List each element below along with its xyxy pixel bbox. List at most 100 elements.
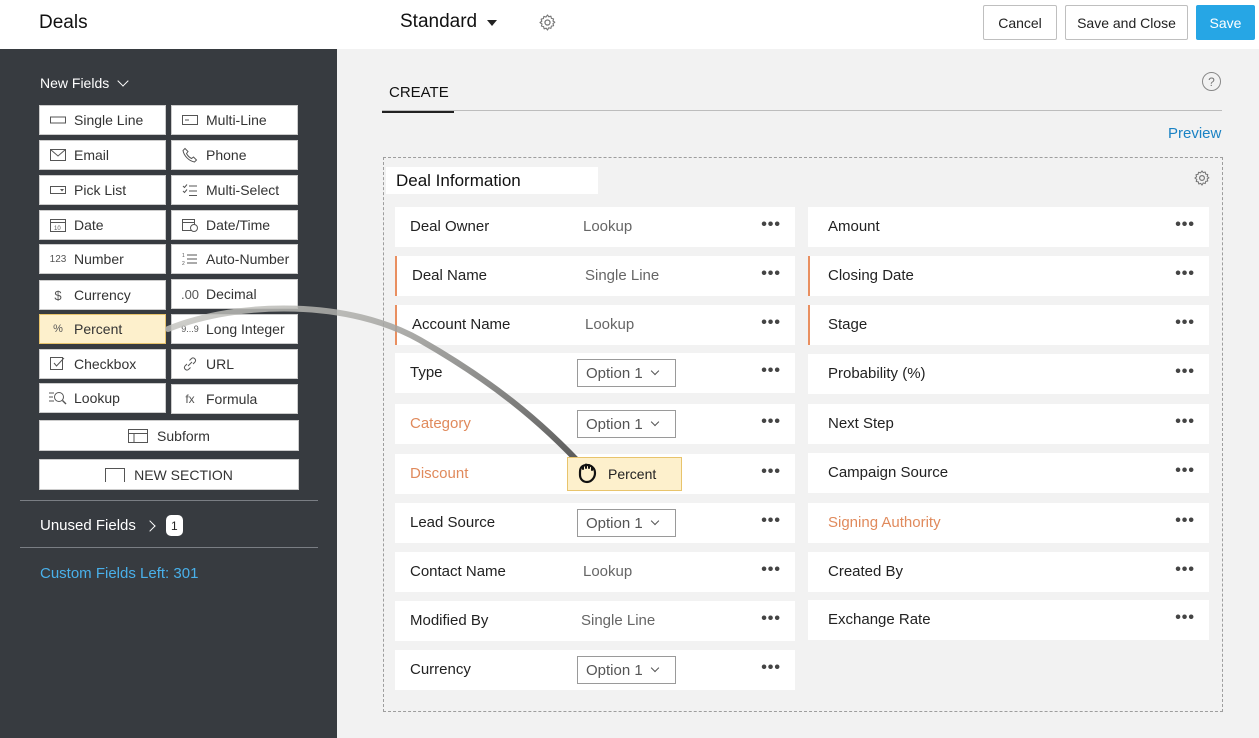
chevron-right-icon — [144, 519, 156, 532]
subform-tile[interactable]: Subform — [39, 420, 299, 451]
new-fields-title: New Fields — [40, 75, 110, 91]
more-options-icon[interactable]: ••• — [1175, 314, 1195, 332]
field-row-contact-name[interactable]: Contact Name Lookup ••• — [395, 552, 795, 592]
decimal-icon: .00 — [180, 286, 200, 302]
cancel-button[interactable]: Cancel — [983, 5, 1057, 40]
currency-select[interactable]: Option 1 — [577, 656, 676, 684]
field-row-deal-name[interactable]: Deal Name Single Line ••• — [395, 256, 795, 296]
field-row-created-by[interactable]: Created By ••• — [808, 552, 1209, 592]
more-options-icon[interactable]: ••• — [761, 610, 781, 628]
section-title[interactable]: Deal Information — [386, 167, 598, 194]
lead-source-select[interactable]: Option 1 — [577, 509, 676, 537]
field-tile-single-line[interactable]: Single Line — [39, 105, 166, 135]
more-options-icon[interactable]: ••• — [761, 216, 781, 234]
phone-icon — [181, 147, 199, 163]
unused-fields-label: Unused Fields — [40, 517, 136, 534]
more-options-icon[interactable]: ••• — [761, 265, 781, 283]
gear-icon[interactable] — [538, 13, 557, 32]
help-icon[interactable]: ? — [1202, 72, 1221, 91]
chevron-down-icon — [650, 366, 659, 376]
unused-count-badge: 1 — [165, 515, 183, 536]
sidebar-divider — [20, 500, 318, 501]
field-tile-decimal[interactable]: .00 Decimal — [171, 279, 298, 309]
field-row-category[interactable]: Category Option 1 ••• — [395, 404, 795, 444]
chevron-down-icon — [650, 516, 659, 526]
save-and-close-button[interactable]: Save and Close — [1065, 5, 1188, 40]
more-options-icon[interactable]: ••• — [761, 512, 781, 530]
checkbox-icon — [49, 357, 67, 371]
field-tile-percent[interactable]: % Percent — [39, 314, 166, 344]
field-row-type[interactable]: Type Option 1 ••• — [395, 353, 795, 393]
single-line-icon — [49, 113, 67, 127]
field-tile-currency[interactable]: $ Currency — [39, 280, 166, 310]
caret-down-icon — [487, 20, 498, 26]
svg-text:1: 1 — [182, 253, 185, 259]
field-row-account-name[interactable]: Account Name Lookup ••• — [395, 305, 795, 345]
field-row-amount[interactable]: Amount ••• — [808, 207, 1209, 247]
type-select[interactable]: Option 1 — [577, 359, 676, 387]
url-icon — [181, 357, 199, 371]
field-tile-pick-list[interactable]: Pick List — [39, 175, 166, 205]
layout-dropdown[interactable]: Standard — [400, 11, 498, 33]
more-options-icon[interactable]: ••• — [1175, 216, 1195, 234]
date-time-icon — [181, 218, 199, 232]
custom-fields-left: Custom Fields Left: 301 — [40, 565, 199, 582]
field-row-campaign-source[interactable]: Campaign Source ••• — [808, 453, 1209, 493]
field-row-probability[interactable]: Probability (%) ••• — [808, 354, 1209, 394]
field-tile-url[interactable]: URL — [171, 349, 298, 379]
field-tile-multi-line[interactable]: Multi-Line — [171, 105, 298, 135]
multi-select-icon — [181, 183, 199, 197]
field-tile-date[interactable]: 10 Date — [39, 210, 166, 240]
more-options-icon[interactable]: ••• — [761, 463, 781, 481]
field-row-closing-date[interactable]: Closing Date ••• — [808, 256, 1209, 296]
field-row-exchange-rate[interactable]: Exchange Rate ••• — [808, 600, 1209, 640]
preview-link[interactable]: Preview — [1168, 125, 1221, 142]
more-options-icon[interactable]: ••• — [761, 362, 781, 380]
field-tile-formula[interactable]: fx Formula — [171, 384, 298, 414]
field-tile-auto-number[interactable]: 12 Auto-Number — [171, 244, 298, 274]
field-tile-date-time[interactable]: Date/Time — [171, 210, 298, 240]
new-section-tile[interactable]: NEW SECTION — [39, 459, 299, 490]
field-tile-email[interactable]: Email — [39, 140, 166, 170]
field-row-signing-authority[interactable]: Signing Authority ••• — [808, 503, 1209, 543]
field-row-currency[interactable]: Currency Option 1 ••• — [395, 650, 795, 690]
save-button[interactable]: Save — [1196, 5, 1255, 40]
more-options-icon[interactable]: ••• — [1175, 462, 1195, 480]
more-options-icon[interactable]: ••• — [1175, 512, 1195, 530]
field-row-next-step[interactable]: Next Step ••• — [808, 404, 1209, 444]
multi-line-icon — [181, 113, 199, 127]
more-options-icon[interactable]: ••• — [761, 413, 781, 431]
more-options-icon[interactable]: ••• — [1175, 363, 1195, 381]
subform-icon — [128, 428, 149, 443]
chevron-down-icon — [650, 663, 659, 673]
top-bar: Deals Standard Cancel Save and Close Sav… — [0, 0, 1259, 49]
more-options-icon[interactable]: ••• — [761, 561, 781, 579]
tab-create[interactable]: CREATE — [382, 84, 454, 113]
page-title: Deals — [39, 12, 88, 33]
tab-divider — [382, 110, 1222, 111]
field-tile-lookup[interactable]: Lookup — [39, 383, 166, 413]
layout-name: Standard — [400, 11, 478, 32]
field-tile-number[interactable]: 123 Number — [39, 244, 166, 274]
category-select[interactable]: Option 1 — [577, 410, 676, 438]
more-options-icon[interactable]: ••• — [1175, 561, 1195, 579]
field-tile-phone[interactable]: Phone — [171, 140, 298, 170]
unused-fields-toggle[interactable]: Unused Fields 1 — [40, 515, 183, 536]
field-row-lead-source[interactable]: Lead Source Option 1 ••• — [395, 503, 795, 543]
field-row-modified-by[interactable]: Modified By Single Line ••• — [395, 601, 795, 641]
more-options-icon[interactable]: ••• — [761, 314, 781, 332]
field-row-stage[interactable]: Stage ••• — [808, 305, 1209, 345]
auto-number-icon: 12 — [181, 252, 199, 266]
new-fields-toggle[interactable]: New Fields — [40, 75, 129, 91]
more-options-icon[interactable]: ••• — [761, 659, 781, 677]
field-tile-checkbox[interactable]: Checkbox — [39, 349, 166, 379]
more-options-icon[interactable]: ••• — [1175, 609, 1195, 627]
svg-text:2: 2 — [182, 261, 185, 266]
field-row-deal-owner[interactable]: Deal Owner Lookup ••• — [395, 207, 795, 247]
currency-icon: $ — [54, 287, 62, 303]
field-tile-multi-select[interactable]: Multi-Select — [171, 175, 298, 205]
more-options-icon[interactable]: ••• — [1175, 413, 1195, 431]
more-options-icon[interactable]: ••• — [1175, 265, 1195, 283]
field-tile-long-integer[interactable]: 9...9 Long Integer — [171, 314, 298, 344]
gear-icon[interactable] — [1193, 169, 1211, 187]
